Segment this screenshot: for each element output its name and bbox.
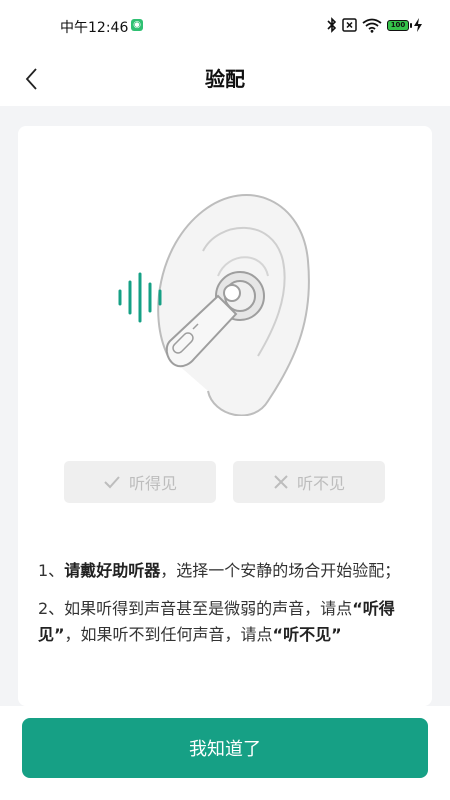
instruction-1-prefix: 1、 (38, 561, 65, 580)
bluetooth-icon (327, 17, 337, 33)
x-icon (274, 475, 288, 489)
ear-with-hearing-aid-illustration (118, 194, 310, 416)
app-notification-icon: ◉ (131, 19, 143, 31)
can-hear-button[interactable]: 听得见 (64, 461, 216, 503)
instruction-2-mid: ，如果听不到任何声音，请点 (64, 625, 273, 644)
charging-icon (414, 18, 422, 32)
instruction-item-2: 2、如果听得到声音甚至是微弱的声音，请点“听得见”，如果听不到任何声音，请点“听… (38, 596, 410, 648)
battery-level: 100 (390, 20, 406, 29)
instruction-2-prefix: 2、如果听得到声音甚至是微弱的声音，请点 (38, 599, 353, 618)
instruction-1-rest: ，选择一个安静的场合开始验配； (160, 561, 401, 580)
cannot-hear-label: 听不见 (296, 474, 345, 493)
status-icons: 100 (327, 17, 422, 33)
sound-wave-icon (118, 272, 162, 323)
got-it-button[interactable]: 我知道了 (22, 718, 428, 778)
header: 验配 (0, 50, 450, 106)
battery-icon: 100 (387, 19, 412, 31)
instruction-1-bold: 请戴好助听器 (64, 561, 161, 580)
instructions: 1、请戴好助听器，选择一个安静的场合开始验配； 2、如果听得到声音甚至是微弱的声… (38, 558, 410, 660)
bottom-action-bar: 我知道了 (0, 706, 450, 800)
cannot-hear-button[interactable]: 听不见 (233, 461, 385, 503)
status-bar: 中午12:46 ◉ 100 (0, 0, 450, 50)
instruction-2-bold-not-hear: “听不见” (272, 625, 342, 644)
status-time: 中午12:46 (60, 20, 129, 36)
page-title: 验配 (205, 67, 245, 91)
sim-off-icon (342, 18, 357, 32)
can-hear-label: 听得见 (128, 474, 177, 493)
fitting-card: 听得见 听不见 1、请戴好助听器，选择一个安静的场合开始验配； 2、如果听得到声… (18, 126, 432, 706)
check-icon (104, 476, 120, 489)
instruction-item-1: 1、请戴好助听器，选择一个安静的场合开始验配； (38, 558, 410, 584)
wifi-icon (362, 18, 382, 33)
